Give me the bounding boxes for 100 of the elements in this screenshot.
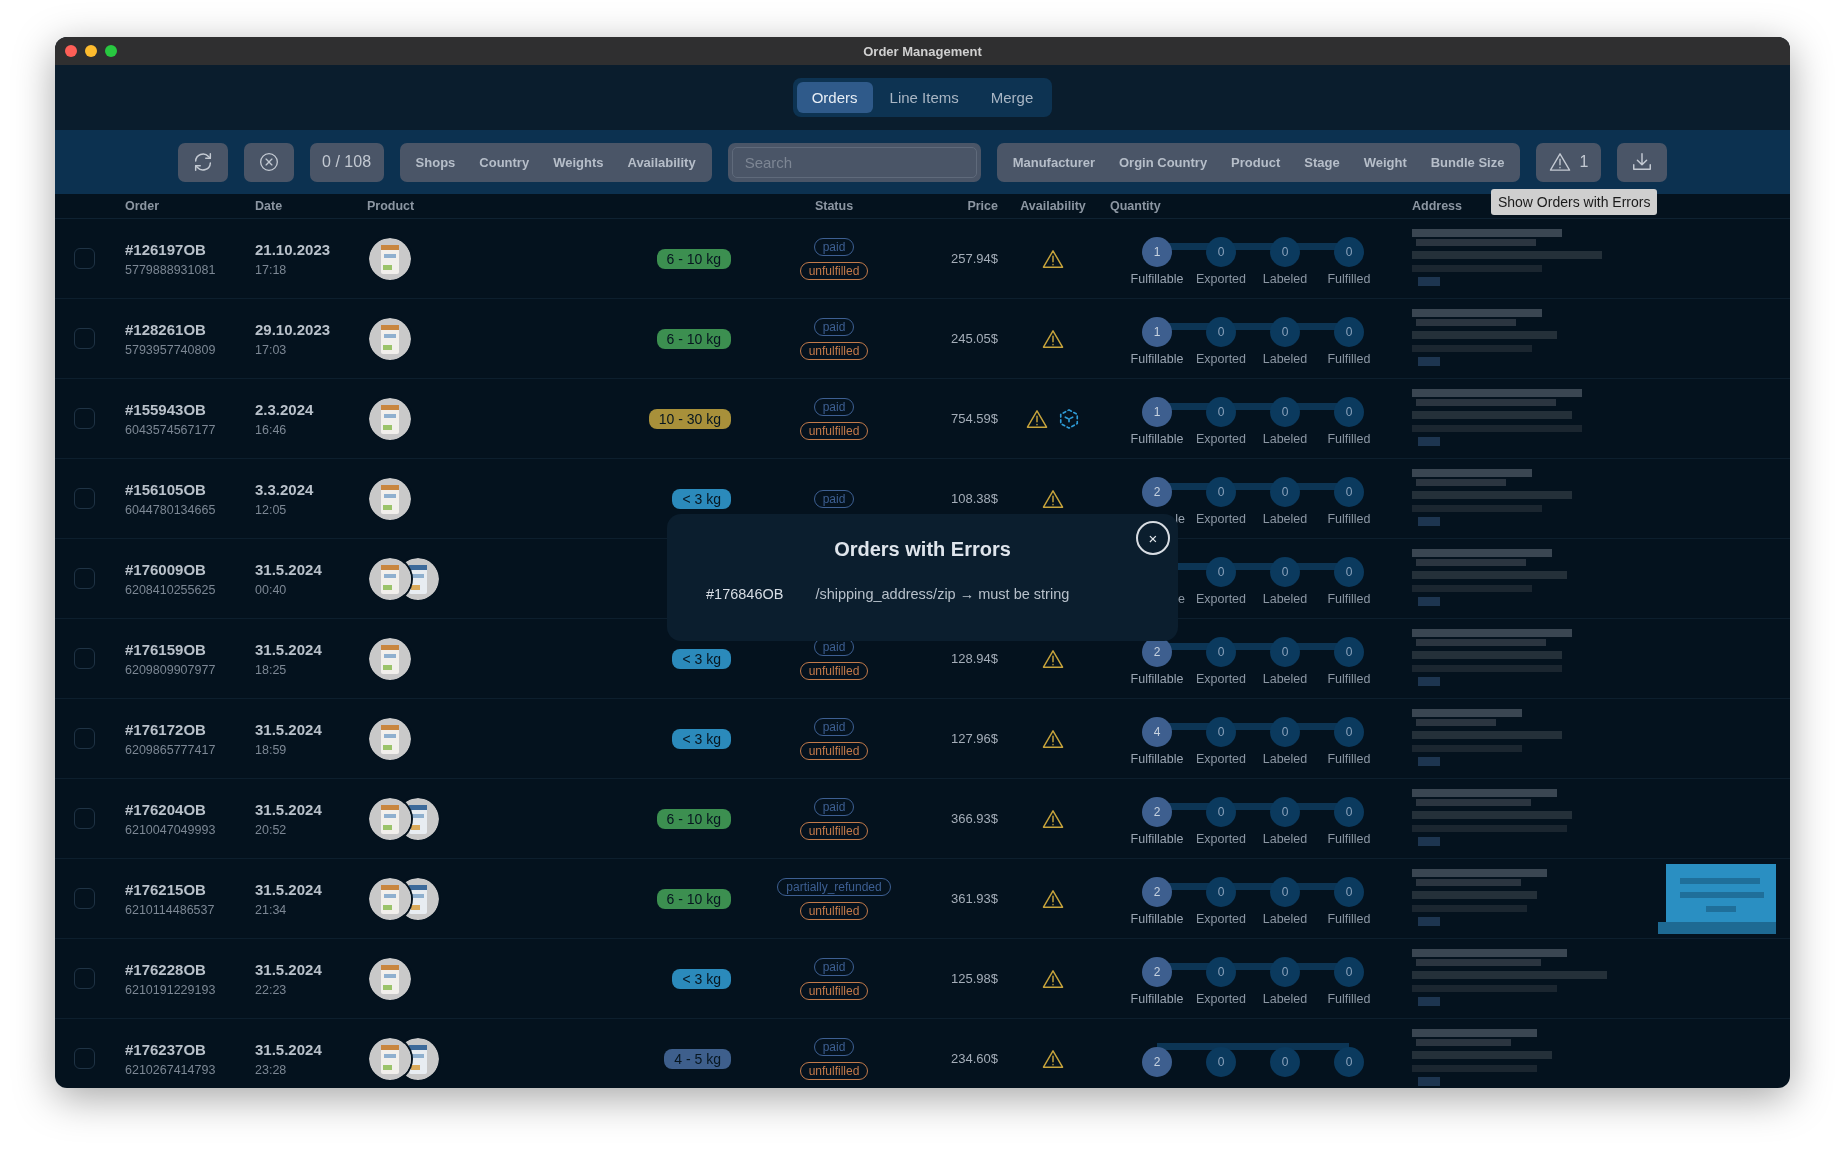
order-id: 6209809907977: [125, 662, 217, 677]
step-count: 0: [1334, 316, 1364, 347]
row-checkbox[interactable]: [74, 568, 95, 589]
order-time: 17:18: [255, 262, 288, 277]
step-count: 2: [1142, 876, 1172, 907]
step-count: 0: [1206, 956, 1236, 987]
download-button[interactable]: [1617, 142, 1668, 182]
order-id: 6208410255625: [125, 582, 217, 597]
step-count: 0: [1334, 396, 1364, 427]
row-checkbox[interactable]: [74, 1048, 95, 1069]
order-time: 00:40: [255, 582, 288, 597]
step-label: Fulfillable: [1130, 831, 1184, 847]
step-count: 2: [1142, 1046, 1172, 1077]
order-id: 6210114486537: [125, 902, 216, 917]
row-checkbox[interactable]: [74, 968, 95, 989]
warning-icon: [1549, 152, 1572, 172]
warning-icon: [1042, 328, 1064, 349]
row-checkbox[interactable]: [74, 808, 95, 829]
filter-button[interactable]: Weight: [1353, 147, 1417, 177]
step-count: 0: [1334, 476, 1364, 507]
step-count: 0: [1334, 236, 1364, 267]
order-number: #176009OB: [125, 560, 207, 578]
step-label: Labeled: [1262, 671, 1308, 687]
step-label: Exported: [1196, 591, 1246, 607]
row-checkbox[interactable]: [74, 728, 95, 749]
order-time: 18:25: [255, 662, 288, 677]
weight-badge: 6 - 10 kg: [656, 248, 731, 269]
step-label: Exported: [1196, 431, 1246, 447]
weight-badge: < 3 kg: [672, 488, 731, 509]
warning-icon: [1042, 1048, 1064, 1069]
order-number: #176237OB: [125, 1040, 207, 1058]
step-label: Exported: [1196, 991, 1246, 1007]
price: 128.94$: [951, 651, 998, 666]
filter-button[interactable]: Manufacturer: [1002, 147, 1105, 177]
window-minimize-button[interactable]: [85, 45, 97, 57]
errors-button[interactable]: 1: [1536, 142, 1602, 182]
row-checkbox[interactable]: [74, 328, 95, 349]
step-label: Fulfilled: [1327, 991, 1371, 1007]
step-label: Exported: [1196, 671, 1246, 687]
view-tab[interactable]: Orders: [796, 82, 873, 113]
order-id: 5779888931081: [125, 262, 217, 277]
close-button[interactable]: ×: [1136, 521, 1170, 555]
filter-button[interactable]: Country: [469, 147, 540, 177]
row-checkbox[interactable]: [74, 888, 95, 909]
order-date: 31.5.2024: [255, 560, 323, 578]
price: 125.98$: [951, 971, 998, 986]
order-time: 16:46: [255, 422, 288, 437]
column-header: Order: [125, 199, 160, 213]
filter-button[interactable]: Weights: [543, 147, 614, 177]
error-order: #176846OB: [706, 586, 784, 602]
filter-button[interactable]: Orgin Country: [1109, 147, 1218, 177]
row-checkbox[interactable]: [74, 488, 95, 509]
order-id: 6210191229193: [125, 982, 217, 997]
window-zoom-button[interactable]: [105, 45, 117, 57]
column-header: Address: [1412, 199, 1463, 213]
view-tab[interactable]: Line Items: [874, 82, 974, 113]
warning-icon: [1026, 408, 1048, 429]
step-label: Labeled: [1262, 751, 1308, 767]
step-label: Fulfilled: [1327, 271, 1371, 287]
order-time: 21:34: [255, 902, 288, 917]
weight-badge: < 3 kg: [672, 968, 731, 989]
step-label: Fulfillable: [1130, 751, 1184, 767]
filter-button[interactable]: Product: [1221, 147, 1291, 177]
filter-button[interactable]: Stage: [1294, 147, 1350, 177]
step-count: 0: [1206, 716, 1236, 747]
view-tab[interactable]: Merge: [975, 82, 1049, 113]
step-count: 0: [1206, 1046, 1236, 1077]
row-checkbox[interactable]: [74, 408, 95, 429]
clear-button[interactable]: [243, 142, 294, 182]
order-number: #176215OB: [125, 880, 207, 898]
download-icon: [1631, 151, 1654, 173]
weight-badge: 6 - 10 kg: [656, 888, 731, 909]
order-date: 31.5.2024: [255, 640, 323, 658]
row-checkbox[interactable]: [74, 248, 95, 269]
step-count: 0: [1334, 876, 1364, 907]
warning-icon: [1042, 488, 1064, 509]
price: 245.05$: [951, 331, 998, 346]
row-checkbox[interactable]: [74, 648, 95, 669]
step-label: Fulfilled: [1327, 911, 1371, 927]
step-count: 0: [1270, 876, 1300, 907]
order-id: 6044780134665: [125, 502, 217, 517]
step-count: 0: [1206, 396, 1236, 427]
filter-button[interactable]: Bundle Size: [1420, 147, 1515, 177]
step-label: Fulfilled: [1327, 351, 1371, 367]
filter-button[interactable]: Availability: [617, 147, 706, 177]
step-label: e: [1178, 591, 1186, 607]
step-label: Labeled: [1262, 991, 1308, 1007]
step-count: 0: [1334, 556, 1364, 587]
step-label: Labeled: [1262, 351, 1308, 367]
window-close-button[interactable]: [65, 45, 77, 57]
order-id: 6209865777417: [125, 742, 217, 757]
weight-badge: 10 - 30 kg: [648, 408, 731, 429]
price: 754.59$: [951, 411, 998, 426]
filter-button[interactable]: Shops: [405, 147, 466, 177]
clear-icon: [258, 152, 279, 172]
step-label: Fulfilled: [1327, 511, 1371, 527]
refresh-button[interactable]: [177, 142, 228, 182]
order-number: #128261OB: [125, 320, 207, 338]
step-count: 0: [1270, 316, 1300, 347]
step-count: 1: [1142, 236, 1172, 267]
